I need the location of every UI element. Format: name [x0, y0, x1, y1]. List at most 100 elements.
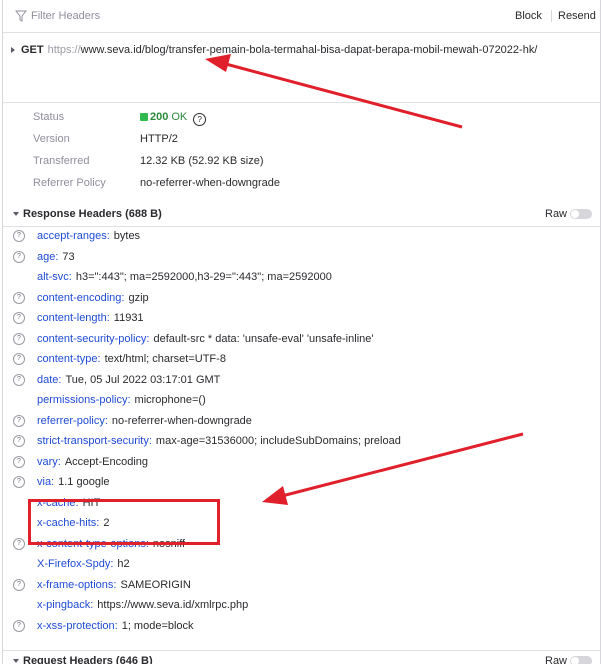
status-value: 200 OK?: [140, 106, 207, 128]
help-icon[interactable]: ?: [13, 312, 25, 324]
header-row[interactable]: ? referrer-policy: no-referrer-when-downgr…: [3, 411, 600, 432]
version-label: Version: [33, 133, 70, 145]
header-row[interactable]: ? x-frame-options: SAMEORIGIN: [3, 575, 600, 596]
request-url: www.seva.id/blog/transfer-pemain-bola-te…: [80, 44, 538, 56]
status-label: Status: [33, 111, 65, 123]
transferred-value: 12.32 KB (52.92 KB size): [140, 155, 264, 167]
request-summary: Status 200 OK? Version HTTP/2 Transferred…: [3, 106, 600, 194]
header-value: microphone=(): [134, 394, 206, 406]
request-url-line[interactable]: GET https://www.seva.id/blog/transfer-pem…: [3, 40, 600, 60]
filter-headers-input[interactable]: [31, 8, 231, 24]
help-icon[interactable]: ?: [13, 476, 25, 488]
block-button[interactable]: Block: [515, 10, 542, 22]
header-row[interactable]: alt-svc: h3=":443"; ma=2592000,h3-29=":44…: [3, 267, 600, 288]
header-entry: x-xss-protection: 1; mode=block: [37, 616, 194, 637]
transferred-row: Transferred 12.32 KB (52.92 KB size): [3, 150, 600, 172]
filter-icon: [15, 10, 27, 22]
header-row[interactable]: x-pingback: https://www.seva.id/xmlrpc.ph…: [3, 595, 600, 616]
referrer-policy-row: Referrer Policy no-referrer-when-downgra…: [3, 172, 600, 194]
header-name: via:: [37, 476, 55, 488]
header-entry: alt-svc: h3=":443"; ma=2592000,h3-29=":44…: [37, 267, 332, 288]
header-value: Tue, 05 Jul 2022 03:17:01 GMT: [65, 373, 221, 386]
help-icon[interactable]: ?: [13, 537, 25, 550]
header-row[interactable]: ? content-type: text/html; charset=UTF-8: [3, 349, 600, 370]
headers-toolbar: Block Resend: [3, 0, 600, 33]
header-row[interactable]: ? content-encoding: gzip: [3, 288, 600, 309]
header-value: default-src * data: 'unsafe-eval' 'unsaf…: [153, 332, 374, 345]
header-row[interactable]: ? x-xss-protection: 1; mode=block: [3, 616, 600, 637]
header-entry: via: 1.1 google: [37, 472, 110, 493]
header-entry: date: Tue, 05 Jul 2022 03:17:01 GMT: [37, 370, 220, 391]
header-row[interactable]: ? accept-ranges: bytes: [3, 226, 600, 247]
header-value: max-age=31536000; includeSubDomains; pre…: [155, 435, 401, 447]
raw-label: Raw: [545, 655, 568, 664]
header-value: no-referrer-when-downgrade: [111, 414, 252, 427]
header-name: x-frame-options:: [37, 578, 117, 591]
header-entry: permissions-policy: microphone=(): [37, 390, 206, 411]
header-name: alt-svc:: [37, 271, 72, 283]
help-icon[interactable]: ?: [13, 250, 25, 263]
annotation-highlight-box: [28, 499, 220, 545]
header-name: strict-transport-security:: [37, 435, 152, 447]
help-icon[interactable]: ?: [13, 435, 25, 447]
help-icon[interactable]: ?: [13, 230, 25, 242]
header-row[interactable]: X-Firefox-Spdy: h2: [3, 554, 600, 575]
collapse-triangle-icon[interactable]: [13, 212, 19, 216]
header-value: h2: [117, 558, 130, 570]
divider: [3, 102, 600, 103]
header-name: age:: [37, 250, 59, 263]
header-entry: x-pingback: https://www.seva.id/xmlrpc.ph…: [37, 595, 248, 616]
header-entry: accept-ranges: bytes: [37, 226, 140, 247]
header-entry: referrer-policy: no-referrer-when-downgra…: [37, 411, 252, 432]
header-value: gzip: [128, 291, 149, 304]
header-name: date:: [37, 373, 62, 386]
header-value: h3=":443"; ma=2592000,h3-29=":443"; ma=2…: [75, 271, 332, 283]
resend-button[interactable]: Resend: [551, 10, 596, 22]
header-row[interactable]: ? vary: Accept-Encoding: [3, 452, 600, 473]
header-entry: content-type: text/html; charset=UTF-8: [37, 349, 226, 370]
header-row[interactable]: ? via: 1.1 google: [3, 472, 600, 493]
header-name: content-type:: [37, 353, 101, 365]
header-row[interactable]: permissions-policy: microphone=(): [3, 390, 600, 411]
collapse-triangle-icon[interactable]: [13, 659, 19, 663]
help-icon[interactable]: ?: [13, 414, 25, 427]
help-icon[interactable]: ?: [13, 455, 25, 468]
header-row[interactable]: ? content-length: 11931: [3, 308, 600, 329]
header-name: X-Firefox-Spdy:: [37, 558, 114, 570]
help-icon[interactable]: ?: [13, 353, 25, 365]
header-row[interactable]: ? age: 73: [3, 247, 600, 268]
header-name: permissions-policy:: [37, 394, 131, 406]
help-icon[interactable]: ?: [13, 578, 25, 591]
header-value: https://www.seva.id/xmlrpc.php: [97, 599, 249, 611]
header-entry: content-length: 11931: [37, 308, 144, 329]
help-icon[interactable]: ?: [193, 113, 207, 126]
header-row[interactable]: ? strict-transport-security: max-age=31536…: [3, 431, 600, 452]
request-headers-section-header[interactable]: Request Headers (646 B) Raw: [3, 650, 600, 664]
status-indicator-icon: [140, 113, 148, 121]
header-value: 1; mode=block: [121, 619, 194, 632]
header-entry: X-Firefox-Spdy: h2: [37, 554, 130, 575]
header-value: 73: [62, 250, 75, 263]
header-value: Accept-Encoding: [64, 455, 149, 468]
header-name: x-xss-protection:: [37, 619, 118, 632]
raw-toggle[interactable]: [570, 209, 592, 219]
expand-triangle-icon[interactable]: [11, 47, 15, 53]
help-icon[interactable]: ?: [13, 291, 25, 304]
help-icon[interactable]: ?: [13, 332, 25, 345]
help-icon[interactable]: ?: [13, 619, 25, 632]
status-code: 200: [150, 111, 169, 123]
response-headers-list: ? accept-ranges: bytes? age: 73 alt-svc: h3=":…: [3, 226, 600, 636]
response-headers-section-header[interactable]: Response Headers (688 B) Raw: [3, 202, 600, 227]
raw-toggle[interactable]: [570, 656, 592, 664]
header-entry: age: 73: [37, 247, 75, 268]
referrer-policy-value: no-referrer-when-downgrade: [140, 177, 281, 189]
header-row[interactable]: ? date: Tue, 05 Jul 2022 03:17:01 GMT: [3, 370, 600, 391]
header-name: referrer-policy:: [37, 414, 108, 427]
request-method: GET: [21, 44, 44, 56]
referrer-policy-label: Referrer Policy: [33, 177, 106, 189]
headers-panel: Block Resend GEThttps://www.seva.id/blog…: [2, 0, 601, 664]
header-row[interactable]: ? content-security-policy: default-src * d…: [3, 329, 600, 350]
help-icon[interactable]: ?: [13, 373, 25, 386]
status-text: OK: [171, 111, 188, 123]
header-entry: vary: Accept-Encoding: [37, 452, 148, 473]
